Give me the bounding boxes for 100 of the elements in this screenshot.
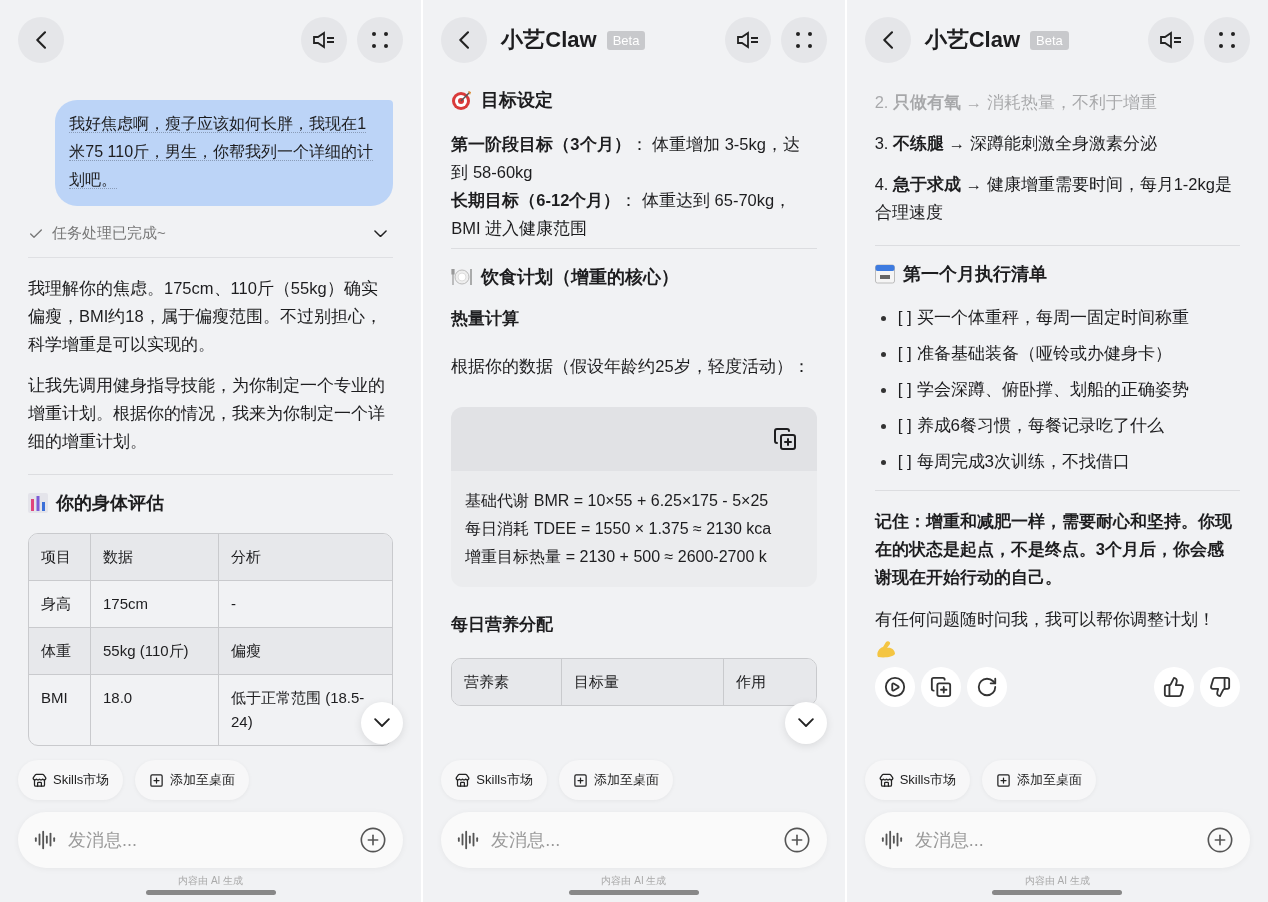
more-button[interactable]: [357, 17, 404, 63]
code-line: 基础代谢 BMR = 10×55 + 6.25×175 - 5×25: [465, 491, 770, 511]
message-input[interactable]: 发消息...: [489, 828, 773, 852]
thumbs-down-icon: [1209, 676, 1231, 698]
bullet-icon: [880, 315, 886, 321]
copy-icon[interactable]: [772, 427, 797, 451]
speaker-icon: [1159, 30, 1183, 50]
thumbs-down-button[interactable]: [1200, 667, 1240, 707]
flexed-arm-icon: [874, 639, 897, 659]
more-icon: [1218, 31, 1236, 49]
table-cell: 18.0: [103, 689, 133, 706]
chevron-down-icon: [374, 718, 391, 728]
table-cell: 55kg (110斤): [103, 642, 189, 659]
calendar-icon: [874, 264, 895, 284]
back-icon: [882, 31, 893, 49]
shortcut-chip[interactable]: 添加至桌面: [135, 760, 250, 800]
voice-input-icon[interactable]: [457, 829, 480, 851]
share-button[interactable]: [966, 667, 1007, 707]
scroll-down-button[interactable]: [784, 702, 827, 744]
column-header: 数据: [91, 534, 219, 581]
play-icon: [883, 676, 906, 698]
copy-button[interactable]: [920, 667, 961, 707]
column-header: 分析: [219, 534, 393, 581]
copy-icon: [929, 676, 952, 698]
app-title: 小艺Claw: [924, 26, 1020, 54]
checklist-item: [ ] 学会深蹲、俯卧撑、划船的正确姿势: [897, 379, 1189, 401]
voice-input-icon[interactable]: [880, 829, 903, 851]
back-button[interactable]: [864, 17, 911, 63]
back-icon: [459, 31, 470, 49]
table-cell: 身高: [41, 595, 71, 612]
back-icon: [35, 31, 47, 49]
voice-button[interactable]: [1148, 17, 1194, 63]
checklist-item: [ ] 买一个体重秤，每周一固定时间称重: [897, 307, 1189, 329]
voice-button[interactable]: [301, 17, 348, 63]
store-icon: [32, 772, 47, 788]
more-button[interactable]: [1204, 17, 1250, 63]
column-header: 作用: [724, 659, 816, 705]
rotate-arrow-icon: [975, 676, 998, 698]
table-cell: 低于正常范围 (18.5-24): [231, 689, 365, 730]
goal-text: 长期目标（6-12个月）： 体重达到 65-70kg，BMI 进入健康范围: [451, 190, 793, 239]
numbered-item: 3. 不练腿 → 深蹲能刺激全身激素分泌: [874, 133, 1158, 154]
goal-text: 第一阶段目标（3个月）： 体重增加 3-5kg，达到 58-60kg: [451, 134, 801, 183]
target-icon: [451, 89, 474, 111]
bar-chart-icon: [28, 493, 48, 513]
back-button[interactable]: [18, 17, 64, 63]
ai-disclaimer: 内容由 AI 生成: [178, 874, 244, 888]
more-icon: [371, 31, 390, 49]
store-icon: [455, 772, 471, 788]
checklist-item: [ ] 准备基础装备（哑铃或办健身卡）: [897, 343, 1172, 365]
add-icon[interactable]: [359, 826, 388, 854]
shortcut-chip[interactable]: Skills市场: [441, 760, 547, 800]
table-cell: 体重: [41, 642, 71, 659]
add-icon[interactable]: [782, 826, 811, 854]
column-header: 项目: [29, 534, 91, 581]
more-button[interactable]: [780, 17, 827, 63]
shortcut-chip[interactable]: 添加至桌面: [982, 760, 1096, 800]
bullet-icon: [880, 387, 886, 393]
chevron-down-icon: [797, 718, 814, 728]
subheading: 热量计算: [451, 308, 521, 330]
section-heading: 目标设定: [481, 89, 554, 112]
task-status-toggle[interactable]: 任务处理已完成~: [28, 224, 394, 258]
message-input[interactable]: 发消息...: [66, 828, 350, 852]
message-field[interactable]: 发消息...: [864, 812, 1250, 868]
more-icon: [794, 31, 813, 49]
numbered-item: 2. 只做有氧 → 消耗热量，不利于增重: [874, 92, 1158, 113]
column-header: 目标量: [562, 659, 725, 705]
user-message-bubble: 我好焦虑啊，瘦子应该如何长胖，我现在1米75 110斤，男生，你帮我列一个详细的计划吧。: [55, 100, 394, 206]
back-button[interactable]: [441, 17, 488, 63]
speaker-icon: [735, 30, 760, 50]
thumbs-up-button[interactable]: [1154, 667, 1194, 707]
add-square-icon: [149, 772, 165, 788]
message-input[interactable]: 发消息...: [912, 828, 1196, 852]
checklist-item: [ ] 养成6餐习惯，每餐记录吃了什么: [897, 415, 1164, 437]
message-field[interactable]: 发消息...: [18, 812, 404, 868]
voice-button[interactable]: [724, 17, 771, 63]
section-heading: 饮食计划（增重的核心）: [481, 266, 680, 289]
paragraph: 我理解你的焦虑。175cm、110斤（55kg）确实偏瘦，BMI约18，属于偏瘦范围。不过别担心，科学增重是可以实现的。: [28, 278, 383, 355]
section-heading: 第一个月执行清单: [902, 263, 1047, 286]
add-square-icon: [996, 772, 1011, 788]
subheading: 每日营养分配: [451, 614, 555, 636]
table-cell: -: [231, 595, 236, 612]
add-icon[interactable]: [1206, 826, 1234, 854]
message-field[interactable]: 发消息...: [441, 812, 827, 868]
shortcut-chip[interactable]: Skills市场: [864, 760, 970, 800]
ai-disclaimer: 内容由 AI 生成: [601, 874, 667, 888]
bullet-icon: [880, 459, 886, 465]
shortcut-chip[interactable]: Skills市场: [18, 760, 124, 800]
paragraph: 有任何问题随时问我，我可以帮你调整计划！: [874, 609, 1215, 630]
checklist-item: [ ] 每周完成3次训练，不找借口: [897, 451, 1130, 473]
bullet-icon: [880, 351, 886, 357]
voice-input-icon[interactable]: [34, 829, 56, 851]
shortcut-chip[interactable]: 添加至桌面: [558, 760, 673, 800]
column-header: 营养素: [452, 659, 563, 705]
table-cell: BMI: [41, 689, 68, 706]
thumbs-up-icon: [1163, 676, 1185, 698]
play-button[interactable]: [874, 667, 915, 707]
add-square-icon: [572, 772, 588, 788]
bullet-icon: [880, 423, 886, 429]
plate-icon: [451, 267, 474, 287]
section-heading: 你的身体评估: [56, 492, 164, 515]
